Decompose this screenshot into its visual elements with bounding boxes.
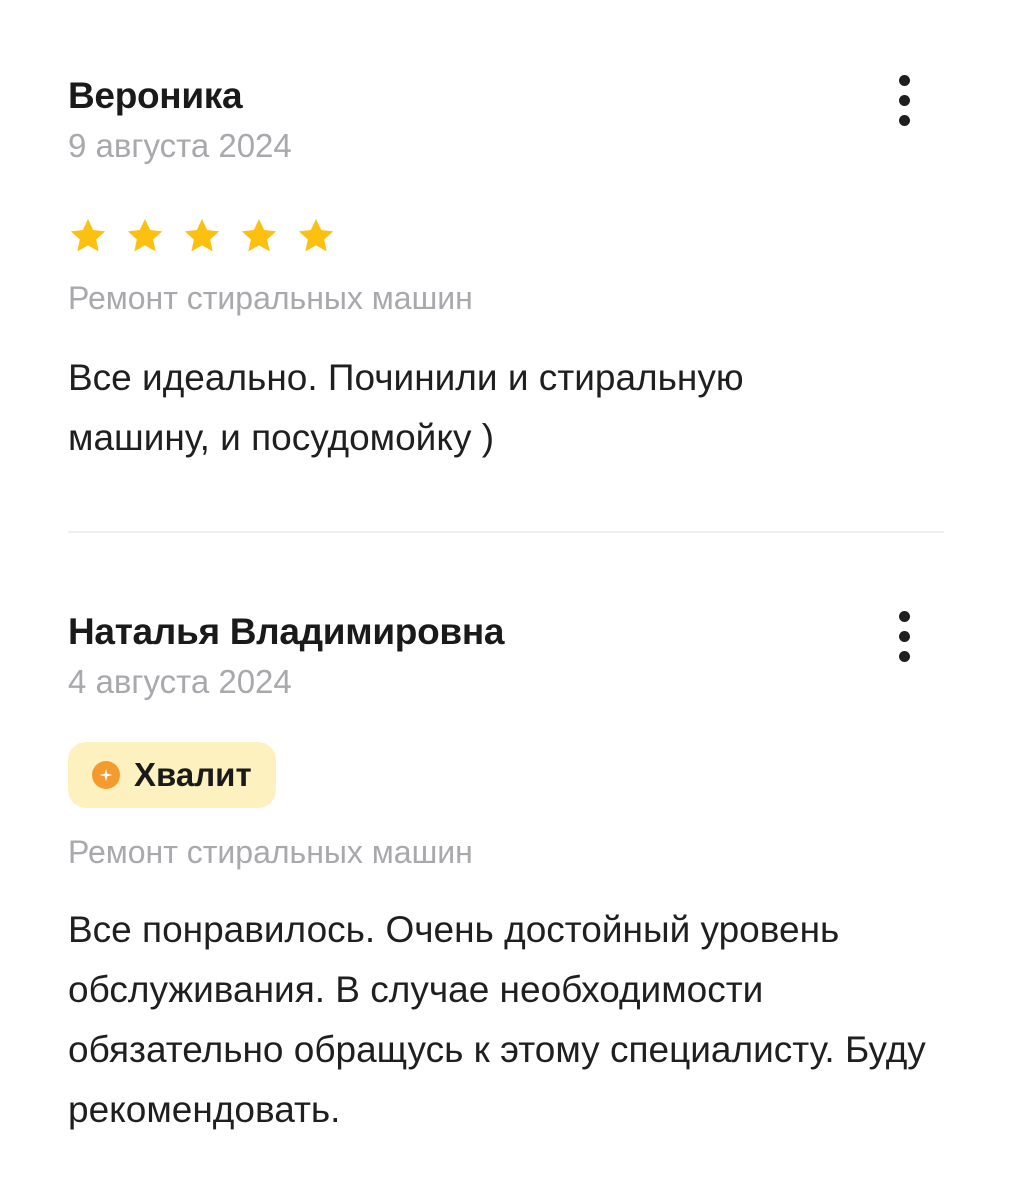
more-options-button[interactable] (884, 608, 924, 664)
review-author[interactable]: Наталья Владимировна (68, 608, 944, 656)
review-author[interactable]: Вероника (68, 72, 944, 120)
star-icon (125, 216, 165, 256)
review-text: Все понравилось. Очень достойный уровень… (68, 909, 926, 1130)
vertical-dots-icon (898, 74, 910, 86)
review-card: Наталья Владимировна 4 августа 2024 Хвал… (68, 608, 944, 1140)
vertical-dots-icon-dot (898, 114, 910, 126)
service-category: Ремонт стиральных машин (68, 834, 473, 870)
review-text: Все идеально. Починили и стиральную маши… (68, 357, 744, 458)
review-date: 4 августа 2024 (68, 663, 292, 700)
star-icon (239, 216, 279, 256)
vertical-dots-icon-dot (898, 650, 910, 662)
more-options-button[interactable] (884, 72, 924, 128)
review-date: 9 августа 2024 (68, 127, 292, 164)
vertical-dots-icon-dot (898, 630, 910, 642)
plus-circle-icon (92, 761, 120, 789)
star-icon (182, 216, 222, 256)
star-icon (68, 216, 108, 256)
praise-label: Хвалит (134, 756, 252, 793)
review-divider (68, 531, 944, 533)
review-card: Вероника 9 августа 2024 Ремонт стиральны… (68, 72, 944, 468)
rating-stars (68, 216, 944, 256)
star-icon (296, 216, 336, 256)
vertical-dots-icon-dot (898, 94, 910, 106)
vertical-dots-icon (898, 610, 910, 622)
praise-badge: Хвалит (68, 742, 276, 808)
service-category: Ремонт стиральных машин (68, 280, 473, 316)
